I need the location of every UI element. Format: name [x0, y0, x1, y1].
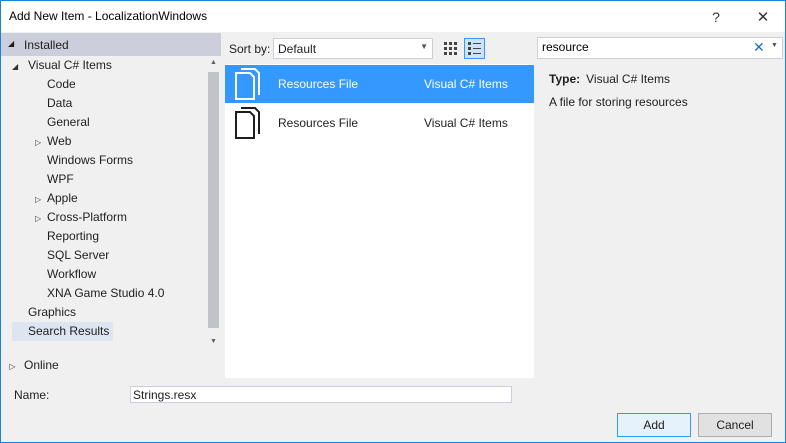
- add-button[interactable]: Add: [617, 413, 691, 437]
- tree-item-label: Search Results: [28, 324, 110, 338]
- tree-item[interactable]: Reporting: [35, 227, 99, 246]
- chevron-down-icon: ▼: [420, 42, 428, 51]
- tree-item-label: Visual C# Items: [28, 58, 112, 72]
- installed-header[interactable]: ◢ Installed: [1, 33, 221, 56]
- grid-view-icon: [444, 42, 457, 55]
- sort-by-value: Default: [278, 42, 317, 56]
- tree-item-label: SQL Server: [47, 248, 110, 262]
- grid-view-button[interactable]: [440, 38, 461, 59]
- tree-item[interactable]: Workflow: [35, 265, 96, 284]
- tree-scrollbar[interactable]: ▲ ▼: [206, 56, 221, 352]
- template-name: Resources File: [278, 116, 359, 130]
- template-row[interactable]: Resources File Visual C# Items: [225, 65, 534, 103]
- details-pane: Type: Visual C# Items A file for storing …: [540, 64, 780, 378]
- scroll-up-arrow-icon[interactable]: ▲: [209, 59, 218, 66]
- tree-item[interactable]: WPF: [35, 170, 74, 189]
- tree-item-label: Web: [47, 134, 72, 148]
- resource-file-icon: [233, 107, 263, 139]
- sort-by-label: Sort by:: [229, 42, 271, 56]
- installed-label: Installed: [24, 38, 69, 52]
- list-view-icon: [468, 42, 481, 55]
- collapse-arrow-icon[interactable]: ◢: [8, 39, 14, 48]
- expand-arrow-icon[interactable]: ▷: [35, 209, 47, 228]
- template-list: Resources File Visual C# Items Resources F…: [225, 64, 534, 378]
- resource-file-icon: [233, 68, 263, 100]
- template-name: Resources File: [278, 77, 359, 91]
- tree-item[interactable]: XNA Game Studio 4.0: [35, 284, 164, 303]
- tree-item[interactable]: ◢ Visual C# Items: [12, 56, 112, 75]
- tree-item-label: Windows Forms: [47, 153, 134, 167]
- tree-item-label: Apple: [47, 191, 78, 205]
- tree-item-label: Workflow: [47, 267, 97, 281]
- tree-item[interactable]: Search Results: [12, 322, 114, 341]
- tree-item-label: WPF: [47, 172, 74, 186]
- window-title: Add New Item - LocalizationWindows: [9, 9, 208, 23]
- tree-item-label: XNA Game Studio 4.0: [47, 286, 165, 300]
- tree-item[interactable]: Graphics: [12, 303, 76, 322]
- tree-item[interactable]: Windows Forms: [35, 151, 133, 170]
- type-label: Type:: [549, 72, 581, 86]
- tree-item[interactable]: Code: [35, 75, 76, 94]
- tree-item[interactable]: General: [35, 113, 90, 132]
- expand-arrow-icon[interactable]: ▷: [1, 357, 24, 376]
- tree-item[interactable]: ▷ Cross-Platform: [35, 208, 127, 227]
- expand-arrow-icon[interactable]: ▷: [35, 190, 47, 209]
- type-line: Type: Visual C# Items: [549, 72, 670, 86]
- search-input[interactable]: [540, 39, 749, 55]
- cancel-button[interactable]: Cancel: [698, 413, 772, 437]
- tree-item-label: Graphics: [28, 305, 77, 319]
- name-field[interactable]: [130, 386, 512, 403]
- search-options-chevron-icon[interactable]: ▼: [771, 42, 778, 49]
- category-pane: ◢ Installed ◢ Visual C# Items Code Data Gene…: [1, 33, 221, 376]
- online-node[interactable]: ▷ Online: [1, 356, 59, 376]
- tree-item[interactable]: SQL Server: [35, 246, 109, 265]
- template-description: A file for storing resources: [549, 95, 688, 109]
- search-box: ✕ ▼: [537, 37, 783, 59]
- type-value: Visual C# Items: [586, 72, 670, 86]
- sort-by-dropdown[interactable]: Default ▼: [273, 38, 433, 59]
- template-row[interactable]: Resources File Visual C# Items: [225, 104, 534, 142]
- close-button[interactable]: ✕: [748, 1, 778, 32]
- scroll-down-arrow-icon[interactable]: ▼: [209, 338, 218, 345]
- template-category: Visual C# Items: [424, 77, 508, 91]
- tree-item-label: Data: [47, 96, 73, 110]
- tree-item[interactable]: Data: [35, 94, 72, 113]
- expand-arrow-icon[interactable]: ▷: [35, 133, 47, 152]
- category-tree: ◢ Visual C# Items Code Data General ▷ Web Windo…: [1, 56, 206, 352]
- tree-item[interactable]: ▷ Web: [35, 132, 71, 151]
- tree-item-label: General: [47, 115, 90, 129]
- online-label: Online: [24, 358, 59, 372]
- scroll-thumb[interactable]: [208, 72, 219, 328]
- tree-item-label: Cross-Platform: [47, 210, 128, 224]
- tree-item[interactable]: ▷ Apple: [35, 189, 78, 208]
- tree-item-label: Code: [47, 77, 76, 91]
- expand-arrow-icon[interactable]: ◢: [12, 57, 28, 76]
- tree-item-label: Reporting: [47, 229, 100, 243]
- clear-search-icon[interactable]: ✕: [753, 39, 765, 56]
- name-label: Name:: [14, 388, 50, 402]
- template-category: Visual C# Items: [424, 116, 508, 130]
- list-view-button[interactable]: [464, 38, 485, 59]
- title-bar: Add New Item - LocalizationWindows ? ✕: [1, 1, 785, 32]
- help-button[interactable]: ?: [701, 1, 731, 32]
